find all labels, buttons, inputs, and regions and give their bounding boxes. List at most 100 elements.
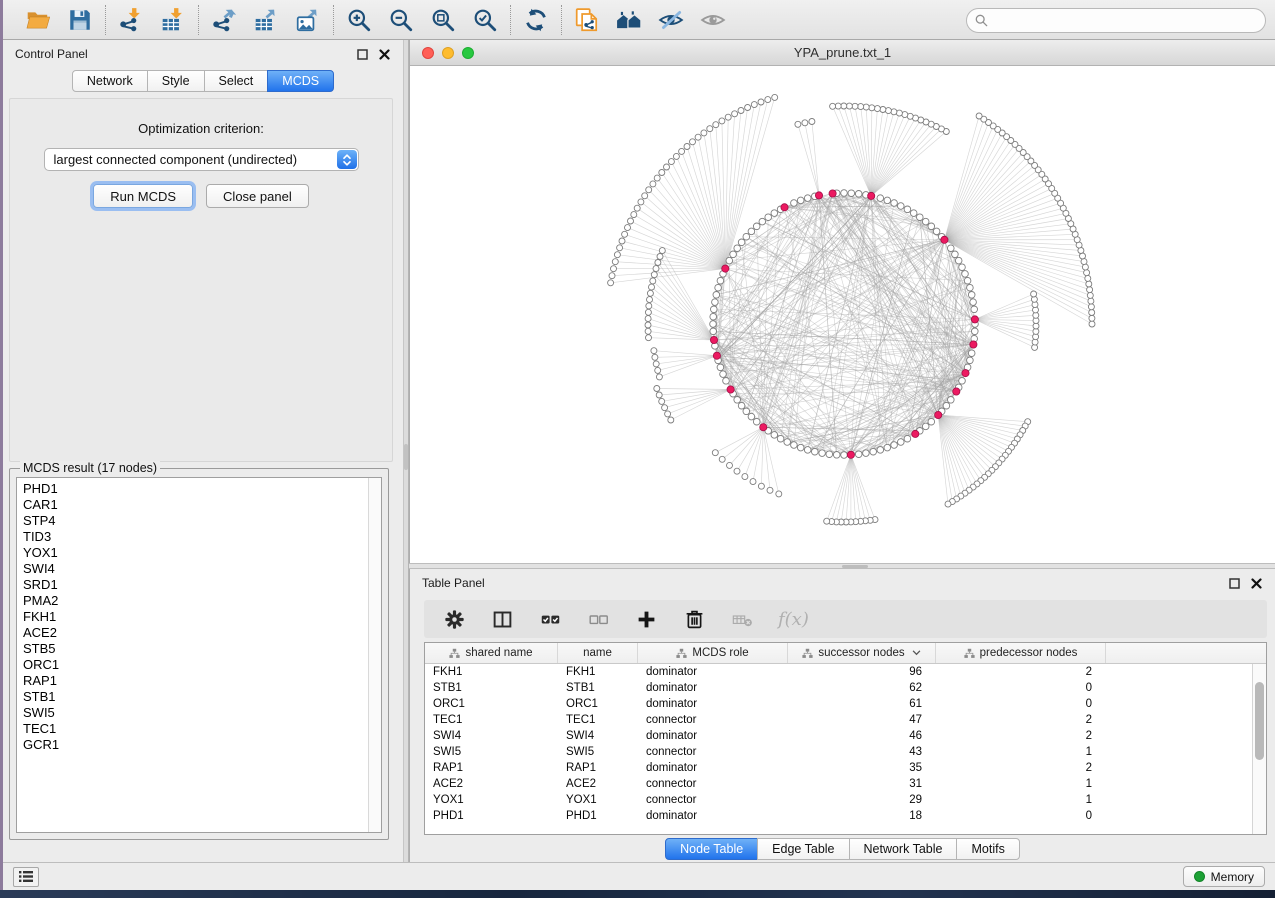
tab-edge-table[interactable]: Edge Table xyxy=(757,838,849,860)
table-cell: 0 xyxy=(936,808,1106,824)
table-row[interactable]: RAP1RAP1dominator352 xyxy=(425,760,1266,776)
clone-network-icon[interactable] xyxy=(572,5,602,35)
tab-style[interactable]: Style xyxy=(147,70,205,92)
mcds-list-item[interactable]: SWI4 xyxy=(23,561,381,577)
mcds-list-item[interactable]: SRD1 xyxy=(23,577,381,593)
deselect-all-icon[interactable] xyxy=(586,607,610,631)
table-options-gear-icon[interactable] xyxy=(442,607,466,631)
show-all-icon[interactable] xyxy=(698,5,728,35)
add-column-icon[interactable] xyxy=(634,607,658,631)
splitter-grip[interactable] xyxy=(404,444,408,470)
show-panels-list-button[interactable] xyxy=(13,867,39,887)
network-window-titlebar[interactable]: YPA_prune.txt_1 xyxy=(410,40,1275,66)
import-network-icon[interactable] xyxy=(116,5,146,35)
show-columns-icon[interactable] xyxy=(490,607,514,631)
delete-table-icon[interactable] xyxy=(730,607,754,631)
scrollbar-thumb[interactable] xyxy=(1255,682,1264,760)
mcds-list-item[interactable]: SWI5 xyxy=(23,705,381,721)
refresh-layout-icon[interactable] xyxy=(521,5,551,35)
close-panel-icon[interactable] xyxy=(377,47,391,61)
column-header-name[interactable]: name xyxy=(558,643,638,663)
table-row[interactable]: FKH1FKH1dominator962 xyxy=(425,664,1266,680)
mcds-list-item[interactable]: TEC1 xyxy=(23,721,381,737)
table-row[interactable]: ORC1ORC1dominator610 xyxy=(425,696,1266,712)
tab-network-table[interactable]: Network Table xyxy=(849,838,958,860)
mcds-list-item[interactable]: GCR1 xyxy=(23,737,381,753)
close-panel-icon[interactable] xyxy=(1249,576,1263,590)
close-panel-button[interactable]: Close panel xyxy=(206,184,309,208)
memory-button[interactable]: Memory xyxy=(1183,866,1265,887)
save-session-icon[interactable] xyxy=(65,5,95,35)
table-row[interactable]: SWI5SWI5connector431 xyxy=(425,744,1266,760)
node-table: shared name name MCDS role s xyxy=(424,642,1267,835)
float-panel-icon[interactable] xyxy=(355,47,369,61)
search-input[interactable] xyxy=(993,11,1265,31)
table-cell: ACE2 xyxy=(558,776,638,792)
delete-columns-icon[interactable] xyxy=(682,607,706,631)
table-row[interactable]: TEC1TEC1connector472 xyxy=(425,712,1266,728)
zoom-fit-icon[interactable] xyxy=(428,5,458,35)
mcds-list-item[interactable]: FKH1 xyxy=(23,609,381,625)
zoom-in-icon[interactable] xyxy=(344,5,374,35)
optimization-criterion-label: Optimization criterion: xyxy=(10,121,392,136)
mcds-list-item[interactable]: PHD1 xyxy=(23,481,381,497)
mcds-list-item[interactable]: ACE2 xyxy=(23,625,381,641)
export-image-icon[interactable] xyxy=(293,5,323,35)
mcds-list-item[interactable]: ORC1 xyxy=(23,657,381,673)
zoom-selected-icon[interactable] xyxy=(470,5,500,35)
search-field[interactable] xyxy=(966,8,1266,33)
table-cell: SWI4 xyxy=(558,728,638,744)
mcds-list-item[interactable]: STP4 xyxy=(23,513,381,529)
tab-motifs[interactable]: Motifs xyxy=(956,838,1019,860)
table-row[interactable]: YOX1YOX1connector291 xyxy=(425,792,1266,808)
float-panel-icon[interactable] xyxy=(1227,576,1241,590)
import-table-icon[interactable] xyxy=(158,5,188,35)
mcds-list-item[interactable]: STB5 xyxy=(23,641,381,657)
table-row[interactable]: ACE2ACE2connector311 xyxy=(425,776,1266,792)
column-header-mcds-role[interactable]: MCDS role xyxy=(638,643,788,663)
table-cell: STB1 xyxy=(558,680,638,696)
mcds-list-item[interactable]: CAR1 xyxy=(23,497,381,513)
export-table-icon[interactable] xyxy=(251,5,281,35)
column-header-predecessor-nodes[interactable]: predecessor nodes xyxy=(936,643,1106,663)
mcds-list-item[interactable]: STB1 xyxy=(23,689,381,705)
column-header-shared-name[interactable]: shared name xyxy=(425,643,558,663)
fx-label: f(x) xyxy=(778,609,809,630)
control-panel: Control Panel Network Style Select MCDS … xyxy=(3,40,403,862)
mcds-result-group: MCDS result (17 nodes) PHD1CAR1STP4TID3Y… xyxy=(9,468,389,840)
attribute-icon xyxy=(802,648,813,659)
vertical-splitter[interactable] xyxy=(403,40,409,862)
first-neighbors-icon[interactable] xyxy=(614,5,644,35)
horizontal-splitter[interactable] xyxy=(409,563,1275,569)
zoom-out-icon[interactable] xyxy=(386,5,416,35)
run-mcds-button[interactable]: Run MCDS xyxy=(93,184,193,208)
select-all-icon[interactable] xyxy=(538,607,562,631)
column-label: name xyxy=(583,647,612,659)
memory-label: Memory xyxy=(1211,870,1254,884)
table-scrollbar[interactable] xyxy=(1252,664,1266,834)
splitter-grip[interactable] xyxy=(842,565,868,568)
tab-select[interactable]: Select xyxy=(204,70,269,92)
tab-mcds[interactable]: MCDS xyxy=(267,70,334,92)
tab-node-table[interactable]: Node Table xyxy=(665,838,758,860)
mcds-list-scrollbar[interactable] xyxy=(368,478,381,832)
network-canvas[interactable] xyxy=(410,66,1275,563)
table-tabs: Node Table Edge Table Network Table Moti… xyxy=(410,835,1275,862)
open-file-icon[interactable] xyxy=(23,5,53,35)
hide-selected-icon[interactable] xyxy=(656,5,686,35)
table-row[interactable]: SWI4SWI4dominator462 xyxy=(425,728,1266,744)
table-row[interactable]: STB1STB1dominator620 xyxy=(425,680,1266,696)
mcds-result-title: MCDS result (17 nodes) xyxy=(20,461,160,475)
table-row[interactable]: PHD1PHD1dominator180 xyxy=(425,808,1266,824)
mcds-list-item[interactable]: YOX1 xyxy=(23,545,381,561)
mcds-list-item[interactable]: TID3 xyxy=(23,529,381,545)
mcds-list-item[interactable]: RAP1 xyxy=(23,673,381,689)
column-header-successor-nodes[interactable]: successor nodes xyxy=(788,643,936,663)
export-network-icon[interactable] xyxy=(209,5,239,35)
criterion-dropdown[interactable]: largest connected component (undirected) xyxy=(44,148,359,171)
mcds-result-list[interactable]: PHD1CAR1STP4TID3YOX1SWI4SRD1PMA2FKH1ACE2… xyxy=(16,477,382,833)
tab-network[interactable]: Network xyxy=(72,70,148,92)
mcds-list-item[interactable]: PMA2 xyxy=(23,593,381,609)
table-cell: 31 xyxy=(788,776,936,792)
function-builder-icon[interactable]: f(x) xyxy=(778,607,809,631)
